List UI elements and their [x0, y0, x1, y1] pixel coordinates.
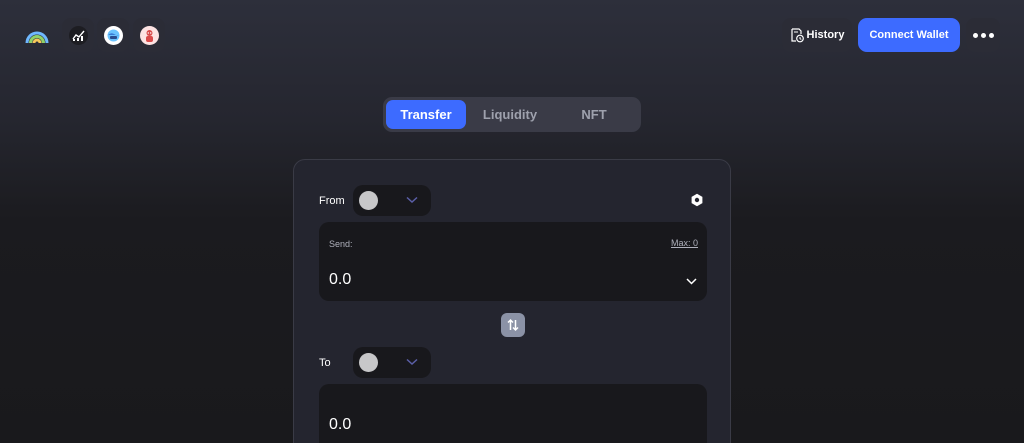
send-amount-box: Send: Max: 0 0.0	[319, 222, 707, 301]
history-label: History	[806, 29, 845, 41]
settings-gear-icon[interactable]	[690, 193, 704, 207]
transfer-card: From Send: Max: 0 0.0 To 0.0	[293, 159, 731, 443]
avatar-app-icon	[139, 25, 159, 45]
avatar-app-button[interactable]	[133, 18, 165, 52]
history-icon	[790, 27, 804, 42]
chart-app-button[interactable]	[62, 18, 94, 52]
send-label: Send:	[329, 239, 353, 249]
chart-app-icon	[68, 25, 88, 45]
send-amount-input[interactable]: 0.0	[329, 271, 351, 289]
history-button[interactable]: History	[782, 18, 852, 52]
from-label: From	[319, 195, 345, 207]
tab-nft[interactable]: NFT	[554, 100, 634, 129]
chevron-down-icon	[406, 196, 418, 204]
chevron-down-icon	[406, 358, 418, 366]
more-dot-icon	[972, 32, 978, 38]
more-dot-icon	[988, 32, 994, 38]
swap-arrows-icon	[507, 318, 519, 332]
globe-app-button[interactable]	[97, 18, 129, 52]
tab-liquidity[interactable]: Liquidity	[470, 100, 550, 129]
rainbow-logo-icon[interactable]	[24, 26, 50, 46]
connect-wallet-button[interactable]: Connect Wallet	[858, 18, 960, 52]
chain-placeholder-icon	[359, 353, 378, 372]
swap-direction-button[interactable]	[501, 313, 525, 337]
more-options-button[interactable]	[966, 18, 1000, 52]
tab-transfer[interactable]: Transfer	[386, 100, 466, 129]
from-chain-select[interactable]	[353, 185, 431, 216]
receive-amount-value: 0.0	[329, 416, 352, 433]
globe-app-icon	[103, 25, 123, 45]
to-label: To	[319, 357, 331, 369]
chain-placeholder-icon	[359, 191, 378, 210]
token-select-chevron-icon[interactable]	[686, 278, 697, 285]
max-button[interactable]: Max: 0	[671, 238, 698, 248]
more-dot-icon	[980, 32, 986, 38]
mode-tabs: Transfer Liquidity NFT	[383, 97, 641, 132]
receive-amount-box: 0.0	[319, 384, 707, 443]
to-chain-select[interactable]	[353, 347, 431, 378]
